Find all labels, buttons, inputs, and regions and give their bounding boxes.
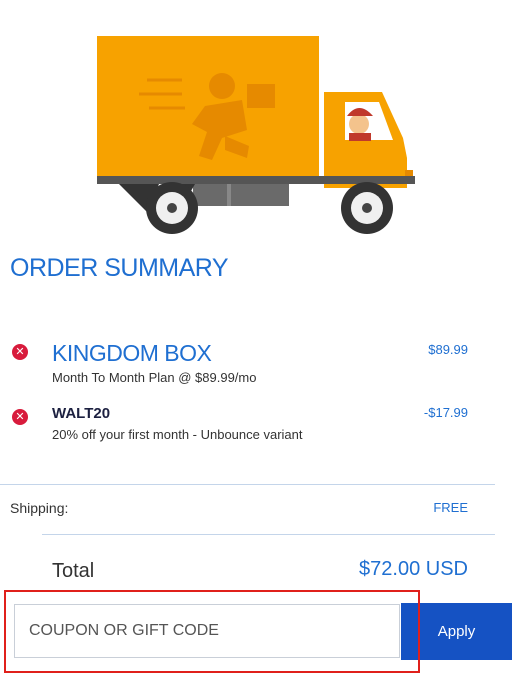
coupon-code-input[interactable] — [14, 604, 400, 658]
item-description: 20% off your first month - Unbounce vari… — [52, 427, 303, 442]
order-summary-title: ORDER SUMMARY — [10, 254, 229, 282]
divider — [0, 484, 495, 485]
total-label: Total — [52, 560, 95, 582]
item-name-coupon-code: WALT20 — [52, 405, 111, 422]
item-description: Month To Month Plan @ $89.99/mo — [52, 370, 257, 385]
divider — [42, 534, 495, 535]
total-value: $72.00 USD — [359, 558, 468, 580]
delivery-truck-illustration — [97, 36, 415, 234]
shipping-label: Shipping: — [10, 500, 69, 516]
item-price: -$17.99 — [423, 405, 468, 420]
remove-x-circle-icon[interactable]: ✕ — [12, 409, 28, 425]
item-name-kingdom-box: KINGDOM BOX — [52, 340, 212, 366]
item-price: $89.99 — [428, 342, 468, 357]
remove-x-circle-icon[interactable]: ✕ — [12, 344, 28, 360]
shipping-value: FREE — [433, 500, 468, 515]
apply-coupon-button[interactable]: Apply — [401, 603, 512, 660]
